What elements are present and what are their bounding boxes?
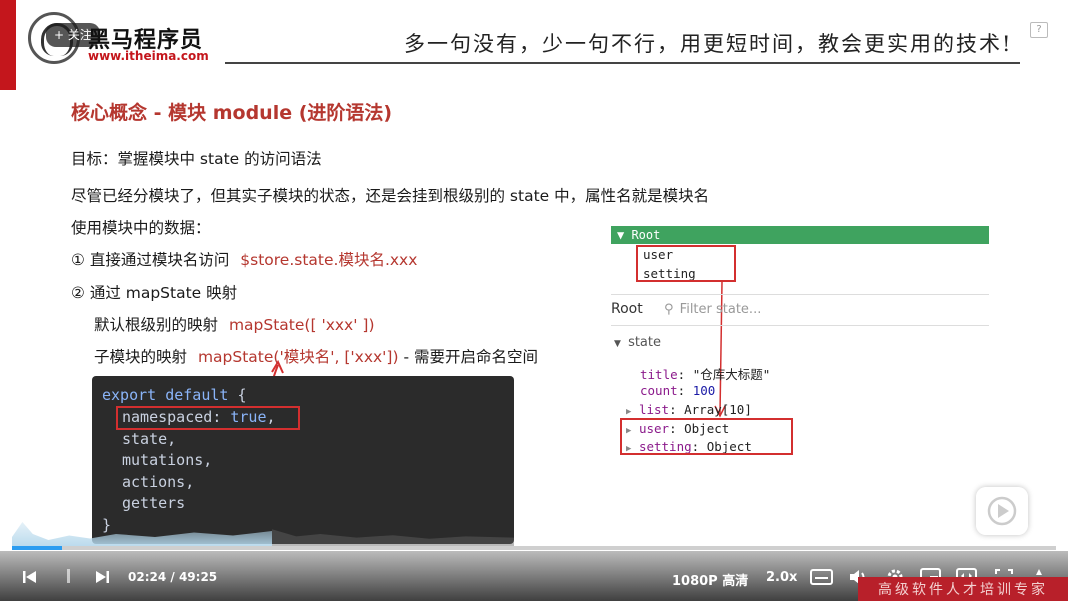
caret-down-icon: ▼ xyxy=(614,339,621,349)
state-highlight-box xyxy=(620,418,793,455)
speed-button[interactable]: 2.0x xyxy=(766,570,797,585)
progress-bar-fill xyxy=(12,546,63,550)
code-line-1: export default { xyxy=(102,386,247,404)
vuex-root-bar[interactable]: ▼ Root xyxy=(611,226,989,244)
code-line-4: mutations, xyxy=(122,451,213,469)
previous-icon[interactable] xyxy=(22,569,38,585)
state-count-row: count: 100 xyxy=(640,383,716,398)
pause-icon[interactable] xyxy=(67,569,70,583)
code-block: export default { namespaced: true, state… xyxy=(92,376,514,544)
play-overlay-button[interactable] xyxy=(976,487,1028,535)
quality-button[interactable]: 1080P 高清 xyxy=(672,570,748,589)
code-brace-open: { xyxy=(228,386,247,404)
time-current: 02:24 xyxy=(128,570,167,584)
devtools-divider xyxy=(611,294,989,295)
filter-state-input[interactable]: ⚲ Filter state... xyxy=(664,302,761,317)
code-line-5: actions, xyxy=(122,473,195,491)
state-title-row: title: "仓库大标题" xyxy=(640,367,771,382)
time-total: 49:25 xyxy=(178,570,218,584)
state-list-row[interactable]: ▶ list: Array[10] xyxy=(626,402,752,417)
filter-placeholder: Filter state... xyxy=(679,302,762,317)
code-keyword: export default xyxy=(102,386,229,404)
caret-right-icon: ▶ xyxy=(626,407,632,417)
code-line-6: getters xyxy=(122,494,186,512)
play-icon xyxy=(987,496,1017,526)
state-section[interactable]: ▼ state xyxy=(614,335,661,350)
time-display: 02:24 / 49:25 xyxy=(128,570,218,584)
subtitle-icon[interactable] xyxy=(810,569,834,585)
progress-bar[interactable] xyxy=(12,546,1056,550)
bottom-brand-text: 高级软件人才培训专家 xyxy=(878,582,1048,598)
namespaced-highlight-box xyxy=(116,406,300,430)
code-line-3: state, xyxy=(122,430,177,448)
next-icon[interactable] xyxy=(94,569,110,585)
root-label: Root xyxy=(611,301,643,317)
code-line-7: } xyxy=(102,516,112,534)
devtools-divider-2 xyxy=(611,325,989,326)
state-label: state xyxy=(628,335,661,350)
search-icon: ⚲ xyxy=(664,302,674,317)
tree-highlight-box xyxy=(636,245,736,282)
